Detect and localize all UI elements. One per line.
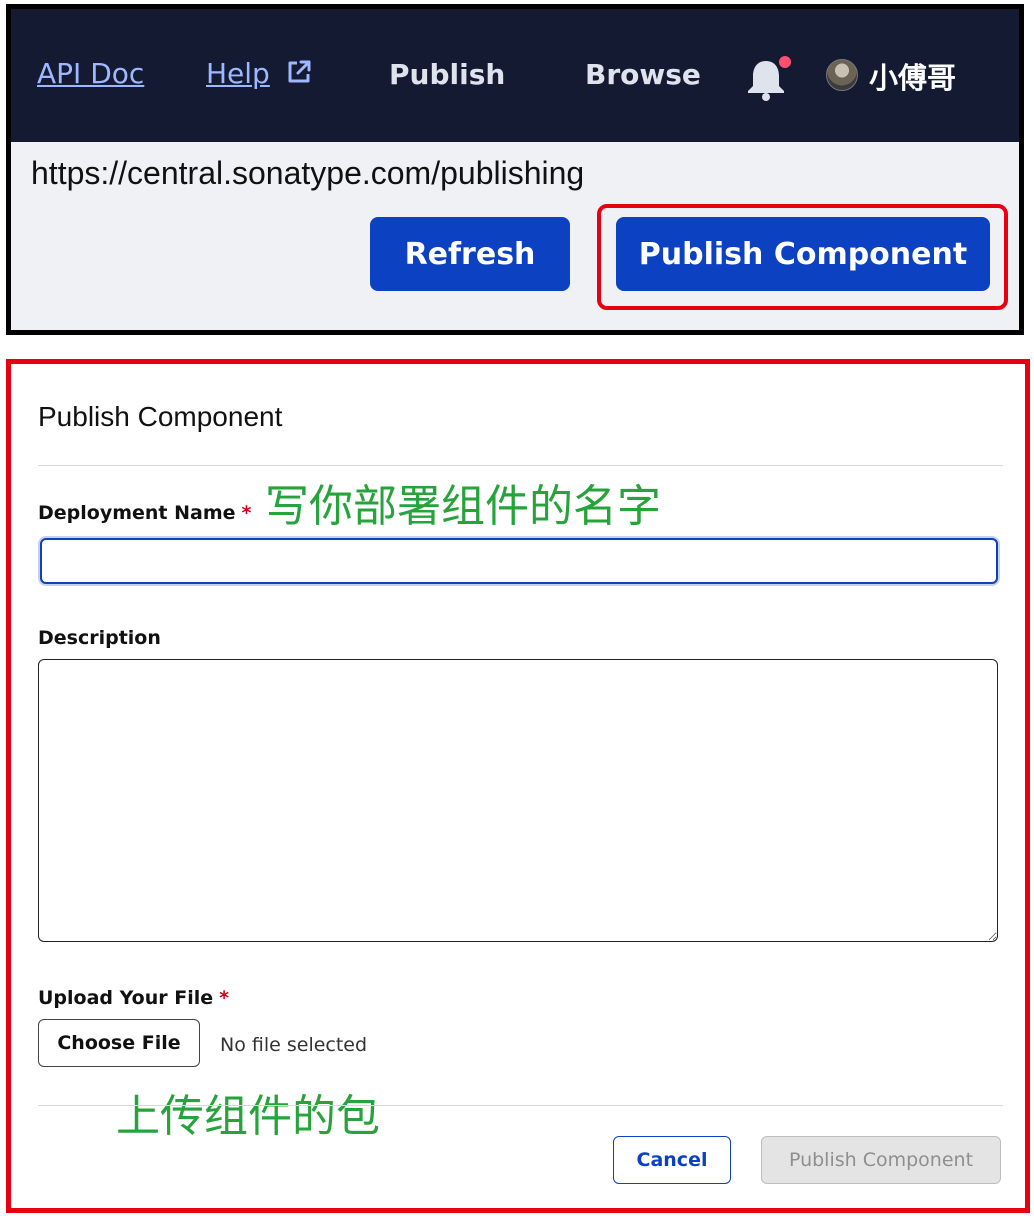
deployment-name-label: Deployment Name *	[38, 502, 252, 524]
required-mark: *	[219, 987, 230, 1009]
avatar[interactable]	[826, 59, 858, 91]
required-mark: *	[241, 502, 252, 524]
cancel-button[interactable]: Cancel	[613, 1136, 731, 1184]
refresh-button[interactable]: Refresh	[370, 217, 570, 291]
nav-browse[interactable]: Browse	[585, 58, 701, 91]
page-url: https://central.sonatype.com/publishing	[31, 155, 585, 191]
file-status: No file selected	[220, 1034, 368, 1056]
username[interactable]: 小傅哥	[869, 55, 956, 97]
submit-publish-button[interactable]: Publish Component	[761, 1136, 1001, 1184]
name-annotation: 写你部署组件的名字	[265, 481, 661, 532]
api-doc-link[interactable]: API Doc	[37, 57, 144, 90]
navbar: API Doc Help Publish Browse 小傅哥	[11, 9, 1019, 142]
publish-component-dialog: Publish Component Deployment Name * 写你部署组…	[6, 359, 1030, 1213]
description-label: Description	[38, 627, 161, 649]
deployment-name-input[interactable]	[40, 538, 998, 584]
upload-file-label: Upload Your File *	[38, 987, 230, 1009]
bell-icon[interactable]	[744, 53, 792, 103]
external-link-icon[interactable]	[285, 58, 313, 86]
description-textarea[interactable]	[38, 659, 998, 942]
divider	[38, 1105, 1003, 1106]
top-panel: API Doc Help Publish Browse 小傅哥 https://…	[6, 4, 1024, 335]
publish-component-button[interactable]: Publish Component	[616, 217, 990, 291]
choose-file-button[interactable]: Choose File	[38, 1019, 200, 1067]
notification-dot	[779, 56, 791, 68]
upload-annotation: 上传组件的包	[116, 1091, 380, 1142]
dialog-title: Publish Component	[38, 401, 283, 432]
help-link[interactable]: Help	[206, 57, 270, 90]
nav-publish[interactable]: Publish	[389, 58, 505, 91]
divider	[38, 465, 1003, 466]
